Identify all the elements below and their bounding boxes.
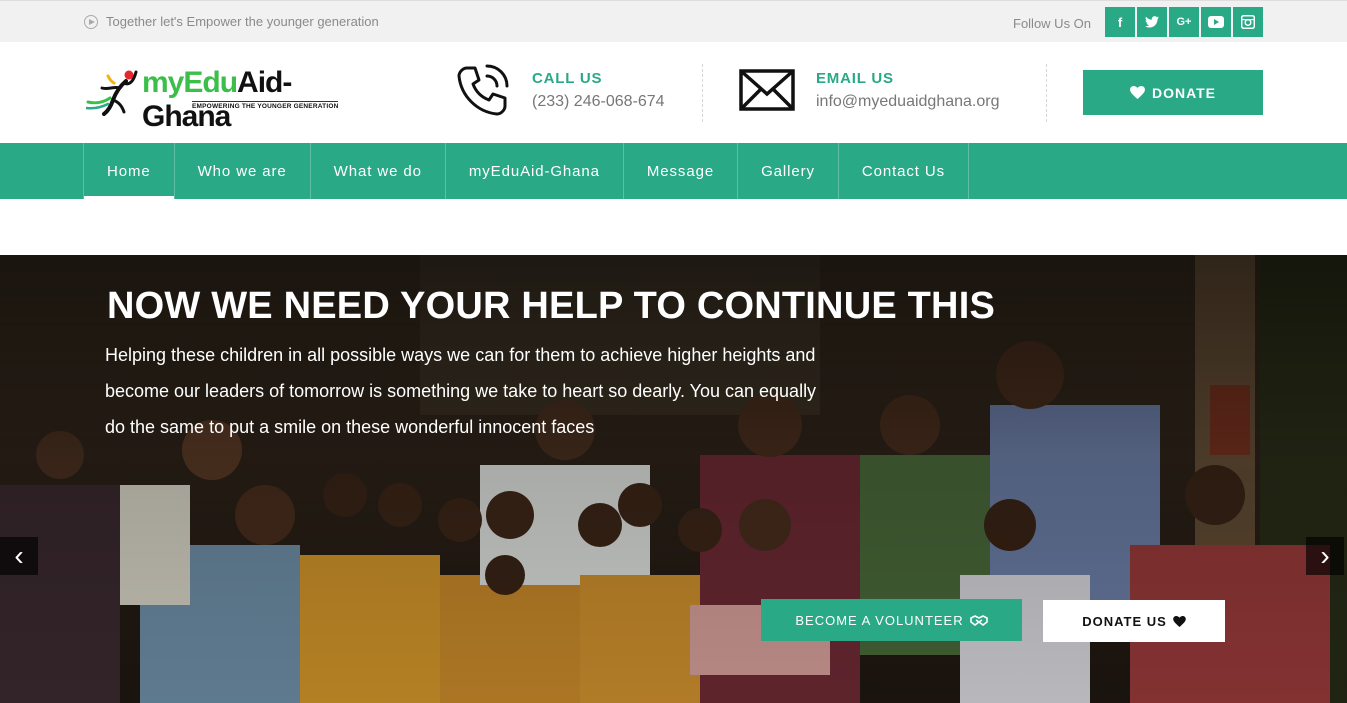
header-divider <box>1046 64 1047 122</box>
slider-prev-button[interactable]: ‹ <box>0 537 38 575</box>
email-us-block: EMAIL US info@myeduaidghana.org <box>739 62 999 118</box>
call-us-block: CALL US (233) 246-068-674 <box>455 62 665 118</box>
follow-us-label: Follow Us On <box>1013 16 1092 31</box>
runner-logo-icon <box>86 70 138 116</box>
become-volunteer-button[interactable]: BECOME A VOLUNTEER <box>761 599 1022 641</box>
site-logo[interactable]: myEduAid-Ghana EMPOWERING THE YOUNGER GE… <box>86 66 376 133</box>
top-bar: Together let's Empower the younger gener… <box>0 0 1347 42</box>
nav-item-message[interactable]: Message <box>622 143 737 199</box>
header-divider <box>702 64 703 122</box>
donate-us-button[interactable]: DONATE US <box>1043 600 1225 642</box>
slider-next-button[interactable]: › <box>1306 537 1344 575</box>
site-header: myEduAid-Ghana EMPOWERING THE YOUNGER GE… <box>0 42 1347 143</box>
hero-title: NOW WE NEED YOUR HELP TO CONTINUE THIS <box>107 285 996 327</box>
hero-description: Helping these children in all possible w… <box>105 345 817 437</box>
donate-button[interactable]: DONATE <box>1083 70 1263 115</box>
heart-icon <box>1173 615 1186 627</box>
email-address[interactable]: info@myeduaidghana.org <box>816 93 999 111</box>
nav-item-gallery[interactable]: Gallery <box>737 143 838 199</box>
become-volunteer-label: BECOME A VOLUNTEER <box>795 612 964 628</box>
social-links: f G+ <box>1105 7 1263 37</box>
facebook-icon[interactable]: f <box>1105 7 1135 37</box>
logo-subtitle: EMPOWERING THE YOUNGER GENERATION <box>192 101 339 110</box>
tagline: Together let's Empower the younger gener… <box>84 14 379 29</box>
play-circle-icon <box>84 14 98 29</box>
handshake-icon <box>969 614 988 626</box>
email-us-label: EMAIL US <box>816 70 894 87</box>
envelope-icon <box>739 69 795 111</box>
main-nav: Home Who we are What we do myEduAid-Ghan… <box>0 143 1347 199</box>
donate-button-label: DONATE <box>1151 84 1217 101</box>
heart-icon <box>1130 86 1145 99</box>
youtube-icon[interactable] <box>1201 7 1231 37</box>
instagram-icon[interactable] <box>1233 7 1263 37</box>
nav-item-home[interactable]: Home <box>83 143 174 199</box>
chevron-left-icon: ‹ <box>14 540 24 571</box>
phone-number[interactable]: (233) 246-068-674 <box>532 93 665 111</box>
nav-item-myeduaid-ghana[interactable]: myEduAid-Ghana <box>444 143 623 199</box>
chevron-right-icon: › <box>1320 540 1330 571</box>
call-us-label: CALL US <box>532 70 603 87</box>
tagline-text: Together let's Empower the younger gener… <box>106 14 379 29</box>
logo-text: myEduAid-Ghana <box>142 66 292 133</box>
twitter-icon[interactable] <box>1137 7 1167 37</box>
phone-icon <box>457 64 509 116</box>
donate-us-label: DONATE US <box>1082 613 1167 629</box>
hero-slider: NOW WE NEED YOUR HELP TO CONTINUE THIS H… <box>0 255 1347 703</box>
nav-item-who-we-are[interactable]: Who we are <box>173 143 310 199</box>
nav-item-contact-us[interactable]: Contact Us <box>837 143 970 199</box>
nav-item-what-we-do[interactable]: What we do <box>309 143 445 199</box>
google-plus-icon[interactable]: G+ <box>1169 7 1199 37</box>
